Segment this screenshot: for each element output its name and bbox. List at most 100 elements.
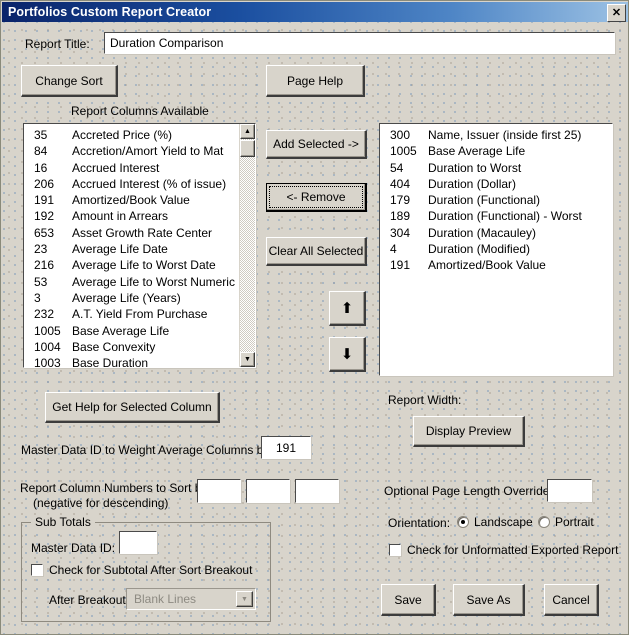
move-down-button[interactable]: ⬇: [329, 337, 366, 372]
subtotal-after-breakout-checkbox[interactable]: Check for Subtotal After Sort Breakout: [31, 563, 252, 577]
change-sort-label: Change Sort: [35, 74, 102, 88]
scroll-up-icon[interactable]: ▲: [240, 124, 255, 139]
column-code: 300: [380, 127, 428, 143]
sub-totals-legend: Sub Totals: [31, 515, 95, 529]
after-breakout-value: Blank Lines: [127, 592, 196, 606]
available-column-row[interactable]: 206Accrued Interest (% of issue): [24, 176, 255, 192]
get-help-for-selected-column-button[interactable]: Get Help for Selected Column: [45, 392, 220, 423]
available-column-row[interactable]: 191Amortized/Book Value: [24, 192, 255, 208]
sub-totals-master-data-id-label: Master Data ID:: [31, 541, 115, 555]
available-column-row[interactable]: 35Accreted Price (%): [24, 127, 255, 143]
column-code: 84: [24, 143, 72, 159]
after-breakout-select[interactable]: Blank Lines ▼: [126, 588, 256, 610]
sort-by-input-3[interactable]: [295, 479, 339, 503]
available-column-row[interactable]: 53Average Life to Worst Numeric: [24, 274, 255, 290]
available-column-row[interactable]: 192Amount in Arrears: [24, 208, 255, 224]
column-name: Duration (Modified): [428, 241, 530, 257]
selected-column-row[interactable]: 404Duration (Dollar): [380, 176, 612, 192]
available-column-row[interactable]: 232A.T. Yield From Purchase: [24, 306, 255, 322]
column-name: A.T. Yield From Purchase: [72, 306, 207, 322]
save-as-label: Save As: [466, 593, 510, 607]
scrollbar-thumb[interactable]: [240, 140, 255, 157]
page-length-override-input[interactable]: [547, 479, 592, 502]
available-column-row[interactable]: 216Average Life to Worst Date: [24, 257, 255, 273]
column-code: 16: [24, 160, 72, 176]
window-title: Portfolios Custom Report Creator: [8, 5, 211, 19]
column-code: 54: [380, 160, 428, 176]
available-column-row[interactable]: 1003Base Duration: [24, 355, 255, 368]
change-sort-button[interactable]: Change Sort: [21, 65, 118, 97]
save-as-button[interactable]: Save As: [453, 584, 525, 616]
available-column-row[interactable]: 3Average Life (Years): [24, 290, 255, 306]
orientation-radio-portrait[interactable]: Portrait: [538, 515, 594, 529]
selected-column-row[interactable]: 4Duration (Modified): [380, 241, 612, 257]
selected-column-row[interactable]: 54Duration to Worst: [380, 160, 612, 176]
available-column-row[interactable]: 1005Base Average Life: [24, 323, 255, 339]
checkbox-box-icon: [31, 564, 43, 576]
page-help-button[interactable]: Page Help: [266, 65, 365, 97]
remove-button[interactable]: <- Remove: [266, 183, 367, 212]
chevron-down-icon[interactable]: ▼: [236, 591, 253, 607]
cancel-button[interactable]: Cancel: [544, 584, 599, 616]
column-code: 1004: [24, 339, 72, 355]
after-breakout-label: After Breakout:: [49, 593, 129, 607]
column-name: Duration (Macauley): [428, 225, 536, 241]
available-column-row[interactable]: 16Accrued Interest: [24, 160, 255, 176]
report-width-label: Report Width:: [388, 393, 461, 407]
selected-column-row[interactable]: 189Duration (Functional) - Worst: [380, 208, 612, 224]
weight-average-value: 191: [262, 441, 310, 455]
checkbox-box-icon: [389, 544, 401, 556]
column-code: 35: [24, 127, 72, 143]
report-title-input[interactable]: Duration Comparison: [104, 32, 615, 54]
get-help-label: Get Help for Selected Column: [52, 400, 211, 414]
column-code: 179: [380, 192, 428, 208]
scroll-down-icon[interactable]: ▼: [240, 352, 255, 367]
column-name: Base Average Life: [72, 323, 169, 339]
selected-column-row[interactable]: 304Duration (Macauley): [380, 225, 612, 241]
column-code: 216: [24, 257, 72, 273]
available-column-row[interactable]: 653Asset Growth Rate Center: [24, 225, 255, 241]
clear-all-selected-button[interactable]: Clear All Selected: [266, 237, 367, 266]
close-icon[interactable]: ✕: [607, 4, 626, 22]
add-selected-button[interactable]: Add Selected ->: [266, 130, 367, 159]
column-name: Duration (Functional) - Worst: [428, 208, 582, 224]
selected-column-row[interactable]: 300Name, Issuer (inside first 25): [380, 127, 612, 143]
sort-by-input-2[interactable]: [246, 479, 290, 503]
column-code: 191: [380, 257, 428, 273]
column-name: Average Life to Worst Numeric: [72, 274, 235, 290]
selected-column-row[interactable]: 1005Base Average Life: [380, 143, 612, 159]
column-name: Accrued Interest: [72, 160, 159, 176]
selected-column-row[interactable]: 179Duration (Functional): [380, 192, 612, 208]
remove-label: <- Remove: [286, 190, 345, 204]
available-columns-scrollbar[interactable]: ▲ ▼: [239, 124, 255, 367]
sort-by-label-line2: (negative for descending): [33, 496, 168, 510]
column-name: Base Duration: [72, 355, 148, 368]
orientation-label: Orientation:: [388, 516, 450, 530]
available-column-row[interactable]: 23Average Life Date: [24, 241, 255, 257]
column-code: 189: [380, 208, 428, 224]
available-columns-listbox[interactable]: 35Accreted Price (%)84Accretion/Amort Yi…: [23, 123, 256, 368]
sort-by-input-1[interactable]: [197, 479, 241, 503]
arrow-down-icon: ⬇: [341, 345, 354, 363]
available-columns-heading: Report Columns Available: [71, 104, 209, 118]
available-column-row[interactable]: 84Accretion/Amort Yield to Mat: [24, 143, 255, 159]
column-name: Duration (Functional): [428, 192, 540, 208]
add-selected-label: Add Selected ->: [273, 137, 359, 151]
column-code: 53: [24, 274, 72, 290]
available-column-row[interactable]: 1004Base Convexity: [24, 339, 255, 355]
subtotal-after-breakout-label: Check for Subtotal After Sort Breakout: [49, 563, 252, 577]
selected-column-row[interactable]: 191Amortized/Book Value: [380, 257, 612, 273]
radio-dot-icon: [457, 516, 469, 528]
move-up-button[interactable]: ⬆: [329, 291, 366, 326]
selected-columns-listbox[interactable]: 300Name, Issuer (inside first 25)1005Bas…: [379, 123, 613, 376]
unformatted-export-checkbox[interactable]: Check for Unformatted Exported Report: [389, 543, 618, 557]
display-preview-button[interactable]: Display Preview: [413, 416, 525, 447]
weight-average-input[interactable]: 191: [261, 436, 311, 459]
column-name: Duration (Dollar): [428, 176, 516, 192]
arrow-up-icon: ⬆: [341, 299, 354, 317]
save-button[interactable]: Save: [381, 584, 436, 616]
column-name: Duration to Worst: [428, 160, 521, 176]
orientation-radio-landscape[interactable]: Landscape: [457, 515, 533, 529]
column-code: 1003: [24, 355, 72, 368]
sub-totals-master-data-id-input[interactable]: [119, 531, 157, 554]
